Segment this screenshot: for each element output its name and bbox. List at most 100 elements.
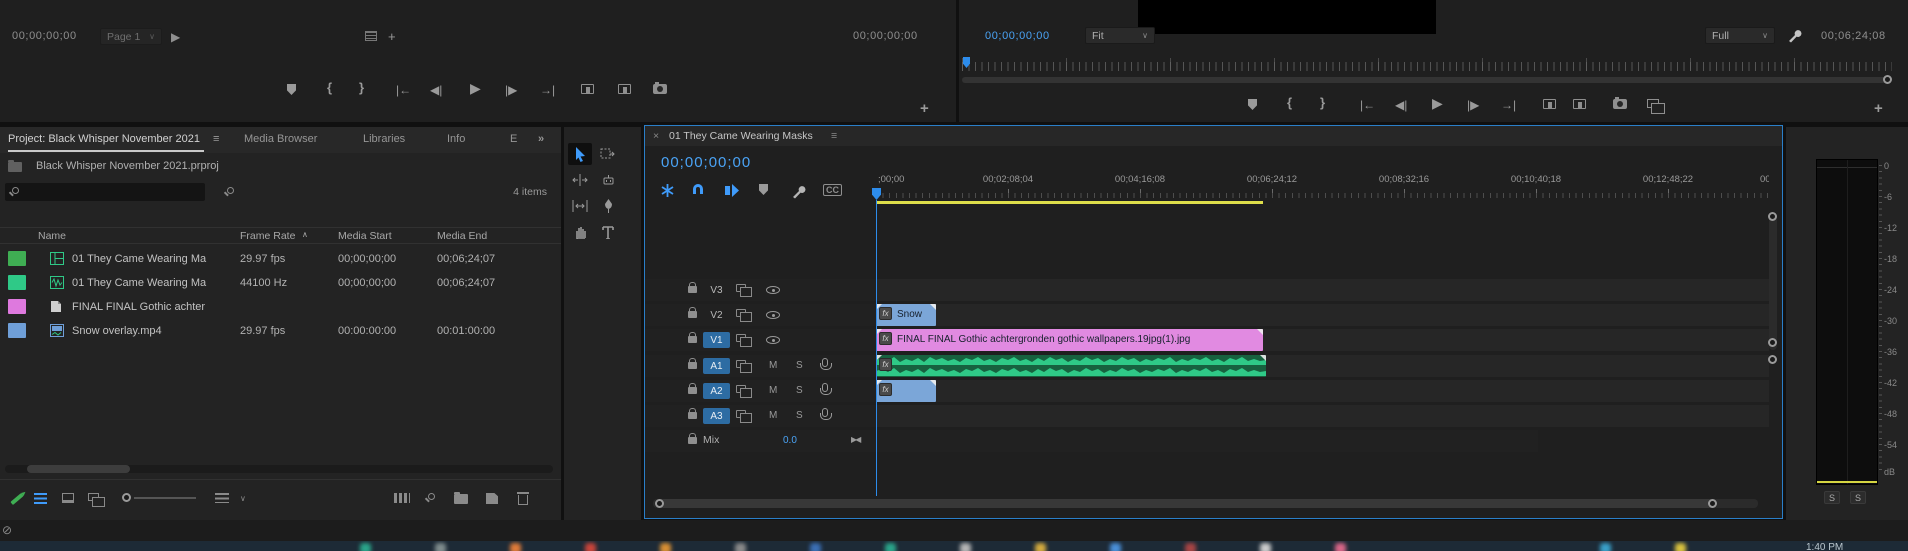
- col-name[interactable]: Name: [38, 230, 66, 242]
- button-editor-plus[interactable]: +: [1874, 100, 1883, 117]
- new-bin-icon[interactable]: [454, 492, 468, 504]
- timeline-vscroll-handle-top[interactable]: [1768, 212, 1777, 221]
- fx-badge[interactable]: fx: [879, 307, 892, 320]
- play-icon[interactable]: ▶: [470, 81, 481, 95]
- selection-tool[interactable]: [568, 143, 592, 165]
- step-forward-icon[interactable]: |▶: [505, 84, 517, 96]
- taskbar-app-icon[interactable]: [1600, 543, 1611, 551]
- mute-button[interactable]: M: [769, 385, 777, 396]
- bin-item-name[interactable]: 01 They Came Wearing Ma: [72, 277, 232, 289]
- comparison-view-icon[interactable]: [1647, 99, 1665, 114]
- voiceover-mic-icon[interactable]: [820, 358, 832, 370]
- label-color-swatch[interactable]: [8, 275, 26, 290]
- sort-options-icon[interactable]: [215, 493, 229, 503]
- close-tab-icon[interactable]: ×: [653, 130, 659, 142]
- track-v2-lane[interactable]: [876, 304, 1769, 326]
- page-play-icon[interactable]: ▶: [171, 31, 180, 43]
- settings-wrench-icon[interactable]: [1787, 28, 1802, 43]
- timeline-scrollbar-thumb[interactable]: [657, 499, 1715, 508]
- track-a2-lane[interactable]: [876, 380, 1769, 402]
- captions-icon[interactable]: CC: [823, 184, 842, 196]
- mix-gain-value[interactable]: 0.0: [783, 435, 797, 446]
- track-target-v2[interactable]: V2: [703, 307, 730, 323]
- track-target-v3[interactable]: V3: [703, 282, 730, 298]
- work-area-bar[interactable]: [876, 201, 1263, 204]
- bin-row-video[interactable]: Snow overlay.mp4 29.97 fps 00:00:00:00 0…: [0, 319, 561, 343]
- label-color-swatch[interactable]: [8, 323, 26, 338]
- tab-project[interactable]: Project: Black Whisper November 2021: [8, 133, 200, 145]
- lock-icon[interactable]: [688, 433, 697, 444]
- tab-info[interactable]: Info: [447, 133, 465, 145]
- button-editor-plus[interactable]: +: [920, 100, 929, 117]
- timeline-vscroll-handle-bottom[interactable]: [1768, 338, 1777, 347]
- voiceover-mic-icon[interactable]: [820, 383, 832, 395]
- add-marker-icon[interactable]: [287, 84, 296, 95]
- freeform-view-icon[interactable]: [88, 493, 105, 507]
- sync-disabled-icon[interactable]: ⊘: [2, 523, 12, 537]
- label-color-swatch[interactable]: [8, 251, 26, 266]
- lock-icon[interactable]: [688, 383, 697, 394]
- col-media-start[interactable]: Media Start: [338, 230, 392, 242]
- search-input[interactable]: [5, 183, 205, 201]
- playhead-line[interactable]: [876, 200, 877, 496]
- snap-magnet-icon[interactable]: [693, 184, 703, 194]
- sequence-tab-title[interactable]: 01 They Came Wearing Masks: [669, 130, 813, 142]
- go-to-out-icon[interactable]: →|: [1501, 99, 1516, 111]
- bin-scrollbar-thumb[interactable]: [27, 465, 130, 473]
- track-v3-lane[interactable]: [876, 279, 1769, 301]
- slip-tool[interactable]: [568, 195, 592, 217]
- add-marker-icon[interactable]: [759, 184, 768, 195]
- tab-overflow-icon[interactable]: »: [538, 133, 544, 145]
- insert-icon[interactable]: [581, 84, 594, 94]
- fx-badge[interactable]: fx: [879, 383, 892, 396]
- audio-level-meters[interactable]: [1816, 159, 1878, 485]
- solo-button[interactable]: S: [796, 410, 803, 421]
- taskbar-app-icon[interactable]: [1110, 543, 1121, 551]
- automate-to-sequence-icon[interactable]: [394, 493, 410, 503]
- pen-tool[interactable]: [596, 195, 620, 217]
- extract-icon[interactable]: [1573, 99, 1586, 109]
- find-icon[interactable]: [428, 493, 435, 500]
- voiceover-mic-icon[interactable]: [820, 408, 832, 420]
- export-frame-icon[interactable]: [1613, 97, 1627, 109]
- panel-menu-icon[interactable]: ≡: [213, 133, 219, 145]
- page-selector-dropdown[interactable]: Page 1 ∨: [100, 28, 162, 45]
- taskbar-app-icon[interactable]: [360, 543, 371, 551]
- mute-button[interactable]: M: [769, 360, 777, 371]
- lock-icon[interactable]: [688, 408, 697, 419]
- source-timecode[interactable]: 00;00;00;00: [12, 30, 77, 42]
- find-in-bin-icon[interactable]: [227, 187, 234, 194]
- overwrite-icon[interactable]: [618, 84, 631, 94]
- bin-row-sequence[interactable]: 01 They Came Wearing Ma 29.97 fps 00;00;…: [0, 247, 561, 271]
- type-tool[interactable]: [596, 221, 620, 243]
- mark-in-icon[interactable]: {: [1287, 96, 1292, 109]
- hand-tool[interactable]: [568, 221, 592, 243]
- step-back-icon[interactable]: ◀|: [430, 84, 442, 96]
- track-a3-lane[interactable]: [876, 405, 1769, 427]
- new-item-icon[interactable]: [486, 493, 498, 504]
- fx-badge[interactable]: fx: [879, 332, 892, 345]
- go-to-in-icon[interactable]: |←: [396, 84, 411, 96]
- delete-icon[interactable]: [517, 492, 529, 505]
- step-forward-icon[interactable]: |▶: [1467, 99, 1479, 111]
- go-to-in-icon[interactable]: |←: [1360, 99, 1375, 111]
- label-color-swatch[interactable]: [8, 299, 26, 314]
- keyframe-nav-icon[interactable]: ▶◀: [851, 435, 861, 444]
- playback-resolution-dropdown[interactable]: Full ∨: [1705, 27, 1775, 44]
- bin-horizontal-scrollbar[interactable]: [5, 465, 553, 473]
- mark-out-icon[interactable]: }: [1320, 96, 1325, 109]
- sequence-duration-timecode[interactable]: 00;06;24;08: [1821, 30, 1886, 42]
- settings-grid-icon[interactable]: [365, 31, 377, 41]
- program-timecode[interactable]: 00;00;00;00: [985, 30, 1050, 42]
- mark-in-icon[interactable]: {: [327, 81, 332, 94]
- taskbar-app-icon[interactable]: [1185, 543, 1196, 551]
- project-file-name[interactable]: Black Whisper November 2021.prproj: [36, 160, 219, 172]
- bin-item-name[interactable]: Snow overlay.mp4: [72, 325, 232, 337]
- taskbar-app-icon[interactable]: [1035, 543, 1046, 551]
- export-frame-icon[interactable]: [653, 82, 667, 94]
- sync-lock-icon[interactable]: [736, 309, 752, 322]
- tab-media-browser[interactable]: Media Browser: [244, 133, 317, 145]
- solo-left-button[interactable]: S: [1824, 491, 1840, 504]
- lock-icon[interactable]: [688, 282, 697, 293]
- track-target-a1[interactable]: A1: [703, 358, 730, 374]
